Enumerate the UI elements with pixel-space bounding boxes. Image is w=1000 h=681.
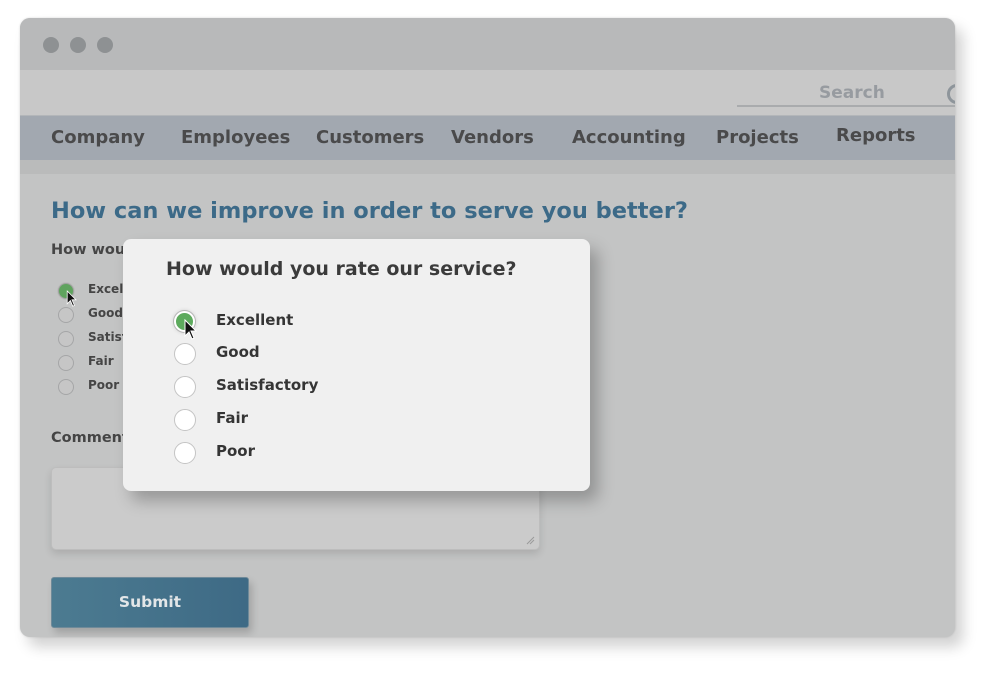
rating-label: Fair: [88, 354, 114, 368]
popup-radio-fair[interactable]: [174, 409, 196, 431]
minimize-window-button[interactable]: [70, 37, 86, 53]
popup-title: How would you rate our service?: [166, 258, 517, 280]
rating-label: Poor: [88, 378, 120, 392]
mouse-cursor-icon: [184, 319, 198, 340]
popup-radio-poor[interactable]: [174, 442, 196, 464]
popup-option-label: Fair: [216, 409, 249, 427]
comments-label: Comment: [51, 430, 129, 446]
toolbar: Search: [20, 70, 955, 115]
popup-option-label: Poor: [216, 442, 256, 460]
maximize-window-button[interactable]: [97, 37, 113, 53]
nav-item-company[interactable]: Company: [51, 127, 145, 148]
resize-grip-icon[interactable]: [525, 535, 535, 545]
popup-radio-satisfactory[interactable]: [174, 376, 196, 398]
nav-item-accounting[interactable]: Accounting: [572, 127, 686, 148]
search-input[interactable]: Search: [737, 77, 955, 107]
rating-radio-poor[interactable]: [58, 379, 74, 395]
nav-item-reports[interactable]: Reports: [836, 125, 916, 146]
popup-option-label: Satisfactory: [216, 376, 319, 394]
nav-item-projects[interactable]: Projects: [716, 127, 799, 148]
main-nav: Company Employees Customers Vendors Acco…: [20, 115, 955, 161]
mouse-cursor-icon: [66, 290, 77, 307]
rating-radio-good[interactable]: [58, 307, 74, 323]
submit-button[interactable]: Submit: [51, 577, 249, 628]
rating-label: Good: [88, 306, 123, 320]
close-window-button[interactable]: [43, 37, 59, 53]
nav-item-employees[interactable]: Employees: [181, 127, 290, 148]
title-bar: [20, 18, 955, 70]
sub-bar: [20, 160, 955, 174]
page-heading: How can we improve in order to serve you…: [51, 198, 688, 224]
rating-radio-fair[interactable]: [58, 355, 74, 371]
popup-radio-good[interactable]: [174, 343, 196, 365]
nav-item-vendors[interactable]: Vendors: [451, 127, 534, 148]
nav-item-customers[interactable]: Customers: [316, 127, 424, 148]
search-placeholder: Search: [819, 83, 885, 103]
rating-radio-satisfactory[interactable]: [58, 331, 74, 347]
popup-option-label: Excellent: [216, 311, 294, 329]
rating-question-label: How woul: [51, 242, 131, 258]
search-icon[interactable]: [947, 84, 955, 104]
rating-popup: How would you rate our service? Excellen…: [123, 239, 590, 491]
popup-option-label: Good: [216, 343, 260, 361]
